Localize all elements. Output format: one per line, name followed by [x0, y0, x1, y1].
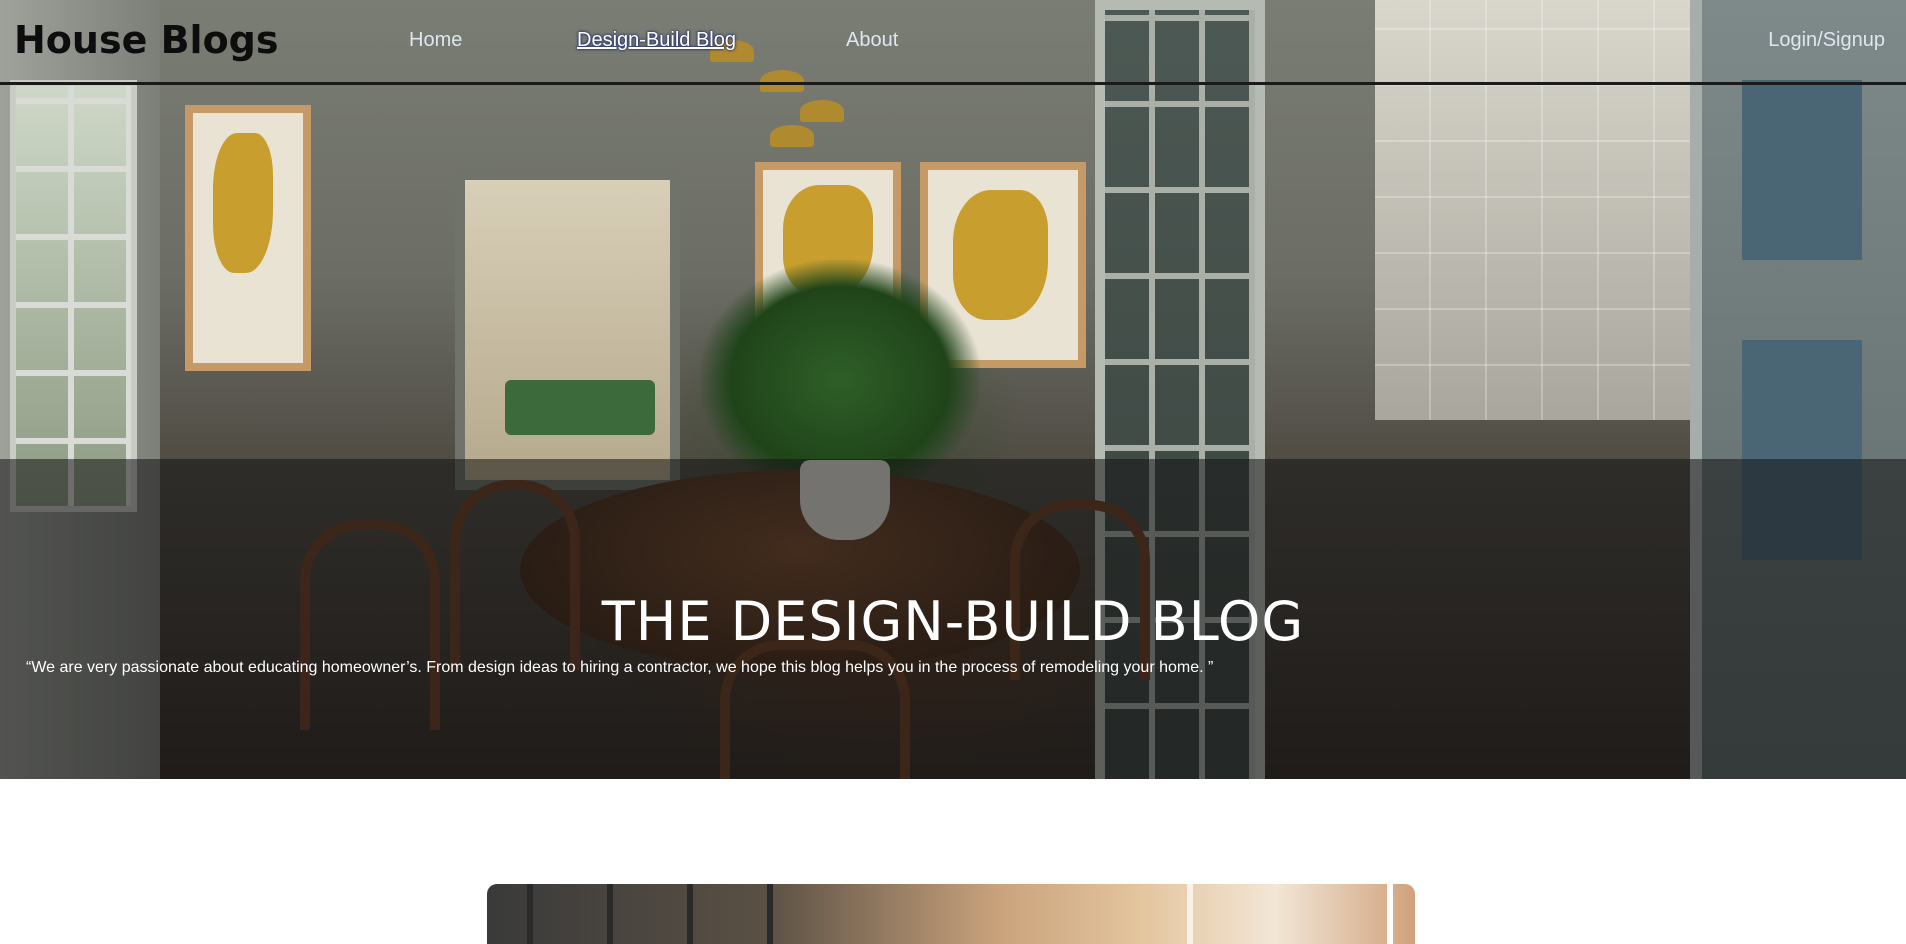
- sofa: [505, 380, 655, 435]
- wall-art-left: [185, 105, 311, 371]
- doorway: [455, 170, 680, 490]
- nav-about-link[interactable]: About: [846, 29, 898, 52]
- top-navbar: House Blogs Home Design-Build Blog About…: [0, 0, 1906, 85]
- hero-title: THE DESIGN-BUILD BLOG: [601, 590, 1305, 653]
- nav-design-build-blog-link[interactable]: Design-Build Blog: [577, 29, 736, 52]
- hero-quote: “We are very passionate about educating …: [26, 659, 1214, 676]
- door-window: [10, 80, 137, 512]
- login-signup-link[interactable]: Login/Signup: [1768, 29, 1885, 52]
- blog-post-card-image[interactable]: [487, 884, 1415, 944]
- site-logo[interactable]: House Blogs: [14, 18, 279, 62]
- nav-home-link[interactable]: Home: [409, 29, 462, 52]
